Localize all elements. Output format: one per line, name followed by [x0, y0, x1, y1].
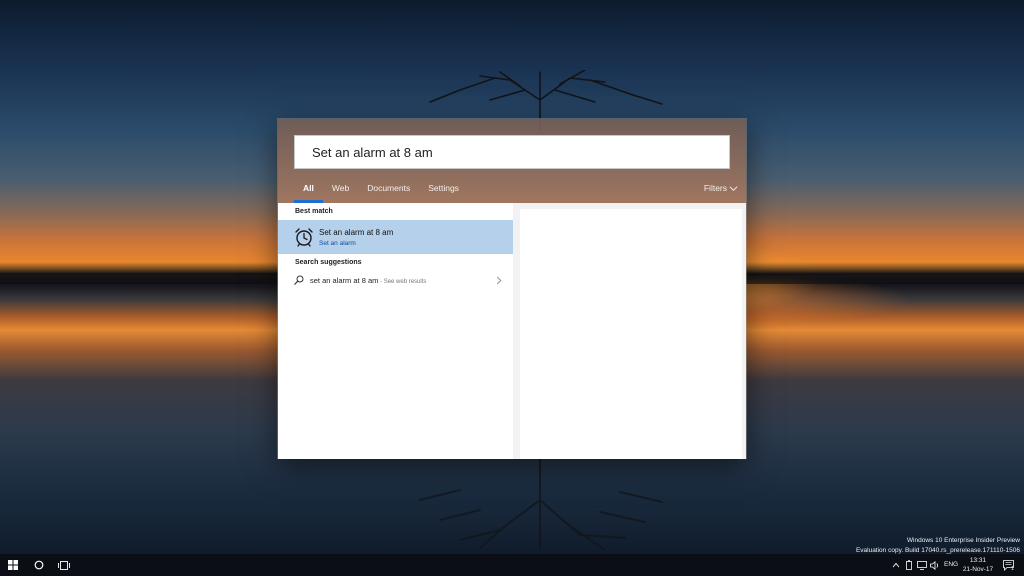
start-button[interactable]: [0, 554, 26, 576]
clock-date: 21-Nov-17: [962, 566, 994, 573]
preview-pane: [520, 209, 742, 459]
show-hidden-icons-button[interactable]: [890, 554, 902, 576]
search-header: Set an alarm at 8 am All Web Documents S…: [278, 119, 746, 203]
tab-web[interactable]: Web: [323, 181, 358, 203]
volume-tray-button[interactable]: [928, 554, 941, 576]
windows-logo-icon: [8, 560, 18, 570]
battery-tray-button[interactable]: [903, 554, 915, 576]
tab-web-label: Web: [331, 183, 350, 193]
search-scope-tabs: All Web Documents Settings: [294, 181, 468, 203]
chevron-right-icon[interactable]: [495, 276, 503, 285]
tab-settings[interactable]: Settings: [419, 181, 468, 203]
notification-count-badge: 1: [1011, 566, 1015, 572]
search-query-text: Set an alarm at 8 am: [312, 144, 433, 160]
filters-dropdown[interactable]: Filters: [704, 183, 738, 193]
suggestion-web-hint: - See web results: [378, 279, 427, 285]
tab-all-label: All: [303, 183, 314, 193]
tab-documents-label: Documents: [367, 183, 411, 193]
speaker-icon: [929, 560, 938, 570]
wallpaper-tree-reflection: [419, 450, 663, 550]
clock[interactable]: 13:31 21-Nov-17: [958, 556, 998, 574]
language-indicator[interactable]: ENG: [944, 561, 958, 568]
search-results-body: Best match Set an alarm at 8 am Set an a…: [278, 203, 746, 459]
best-match-heading: Best match: [295, 208, 333, 215]
cortana-button[interactable]: [28, 554, 50, 576]
network-tray-button[interactable]: [915, 554, 928, 576]
search-suggestions-heading: Search suggestions: [295, 259, 362, 266]
network-icon: [916, 560, 927, 570]
tab-settings-label: Settings: [428, 183, 459, 193]
evaluation-watermark: Windows 10 Enterprise Insider Preview Ev…: [856, 536, 1020, 556]
search-icon: [294, 275, 304, 285]
clock-time: 13:31: [969, 557, 987, 564]
search-input[interactable]: Set an alarm at 8 am: [294, 135, 730, 169]
alarm-clock-icon: [295, 228, 313, 247]
search-panel: Set an alarm at 8 am All Web Documents S…: [277, 118, 747, 459]
search-suggestion-item[interactable]: set an alarm at 8 am - See web results: [278, 271, 513, 290]
results-list: Best match Set an alarm at 8 am Set an a…: [278, 203, 513, 459]
watermark-edition: Windows 10 Enterprise Insider Preview: [906, 537, 1020, 544]
filters-label: Filters: [703, 183, 727, 193]
chevron-up-icon: [892, 562, 900, 568]
best-match-title: Set an alarm at 8 am: [319, 228, 394, 237]
task-view-button[interactable]: [52, 554, 76, 576]
suggestion-query: set an alarm at 8 am: [310, 276, 379, 285]
chevron-down-icon: [729, 185, 738, 191]
best-match-item[interactable]: Set an alarm at 8 am Set an alarm: [278, 220, 513, 254]
task-view-icon: [58, 560, 70, 570]
best-match-subtitle: Set an alarm: [319, 240, 356, 247]
taskbar: ENG 13:31 21-Nov-17 1: [0, 554, 1024, 576]
cortana-circle-icon: [34, 560, 44, 570]
tab-documents[interactable]: Documents: [358, 181, 419, 203]
suggestion-text: set an alarm at 8 am - See web results: [310, 276, 426, 285]
action-center-button[interactable]: [1000, 554, 1018, 576]
tab-all[interactable]: All: [294, 181, 323, 203]
battery-icon: [906, 560, 912, 570]
